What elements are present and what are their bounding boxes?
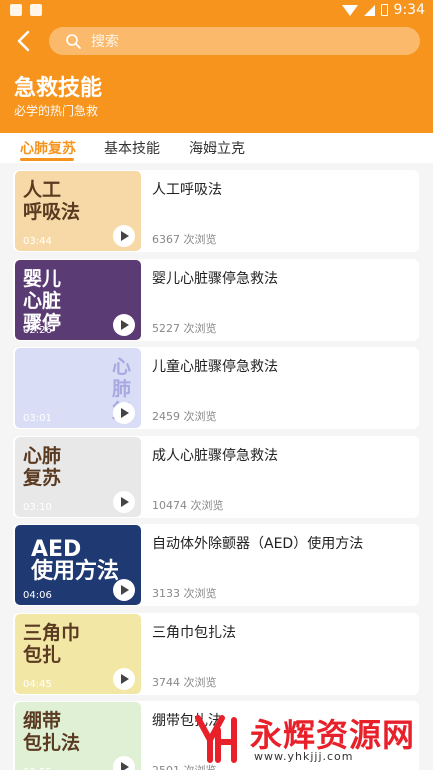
status-time: 9:34 [393, 2, 425, 18]
video-views: 10474 次浏览 [152, 498, 224, 512]
video-thumbnail[interactable]: 婴儿 心脏 骤停 02:26 [15, 259, 141, 340]
video-duration: 02:26 [23, 324, 52, 336]
video-thumbnail[interactable]: AED 使用方法 04:06 [15, 525, 141, 605]
video-duration: 04:06 [23, 590, 52, 601]
video-duration: 03:01 [23, 413, 52, 424]
play-icon[interactable] [113, 579, 135, 601]
video-views: 3133 次浏览 [152, 587, 217, 600]
video-views: 5227 次浏览 [152, 321, 217, 335]
video-card[interactable]: 婴儿 心脏 骤停 02:26 婴儿心脏骤停急救法 5227 次浏览 [13, 258, 419, 341]
page-title: 急救技能 [14, 76, 103, 101]
status-bar: 9:34 [0, 0, 433, 24]
video-title: 人工呼吸法 [152, 182, 222, 198]
watermark: 永辉资源网 www.yhkjjj.com [184, 706, 432, 770]
signal-icon [363, 4, 375, 16]
video-title: 儿童心脏骤停急救法 [152, 359, 278, 375]
video-thumbnail[interactable]: 三角巾 包扎 04:45 [15, 613, 141, 694]
video-card[interactable]: 心 肺 复03:01 儿童心脏骤停急救法 2459 次浏览 [13, 347, 419, 429]
video-thumbnail[interactable]: 心 肺 复03:01 [15, 348, 141, 428]
play-icon[interactable] [113, 402, 135, 424]
video-title: 婴儿心脏骤停急救法 [152, 270, 278, 287]
video-thumbnail[interactable]: 心肺 复苏 03:10 [15, 436, 141, 517]
tab-cpr[interactable]: 心肺复苏 [20, 138, 76, 158]
search-icon [66, 34, 81, 49]
video-duration: 04:45 [23, 678, 52, 690]
back-button[interactable] [12, 29, 36, 53]
page-subtitle: 必学的热门急救 [14, 104, 99, 118]
category-tabs: 心肺复苏 基本技能 海姆立克 [0, 133, 433, 163]
wifi-icon [341, 4, 358, 16]
notification-icon [10, 4, 22, 16]
play-icon[interactable] [113, 490, 135, 513]
thumbnail-caption: AED 使用方法 [31, 537, 120, 584]
video-card[interactable]: AED 使用方法 04:06 自动体外除颤器（AED）使用方法 3133 次浏览 [13, 524, 419, 606]
thumbnail-caption: 绷带 包扎法 [23, 710, 81, 754]
watermark-url: www.yhkjjj.com [254, 750, 354, 763]
video-views: 3744 次浏览 [152, 675, 217, 689]
tab-basic-skills[interactable]: 基本技能 [104, 138, 160, 158]
thumbnail-caption: 人工 呼吸法 [23, 179, 81, 223]
video-card[interactable]: 心肺 复苏 03:10 成人心脏骤停急救法 10474 次浏览 [13, 435, 419, 518]
video-title: 成人心脏骤停急救法 [152, 447, 278, 464]
thumbnail-caption: 三角巾 包扎 [23, 621, 81, 666]
play-icon[interactable] [113, 225, 135, 247]
video-card[interactable]: 三角巾 包扎 04:45 三角巾包扎法 3744 次浏览 [13, 612, 419, 695]
video-views: 2459 次浏览 [152, 410, 217, 423]
watermark-logo-icon [195, 715, 237, 763]
app-header: 9:34 搜索 急救技能 必学的热门急救 [0, 0, 433, 133]
tab-indicator [20, 158, 74, 161]
thumbnail-caption: 心肺 复苏 [23, 444, 62, 489]
play-icon[interactable] [113, 667, 135, 690]
video-title: 自动体外除颤器（AED）使用方法 [152, 536, 364, 552]
search-placeholder: 搜索 [91, 34, 119, 50]
notification-icon [30, 4, 42, 16]
video-duration: 03:44 [23, 236, 52, 247]
play-icon[interactable] [113, 313, 135, 336]
video-title: 三角巾包扎法 [152, 624, 236, 641]
tab-heimlich[interactable]: 海姆立克 [189, 138, 245, 158]
video-thumbnail[interactable]: 绷带 包扎法03:55 [15, 702, 141, 770]
search-input[interactable]: 搜索 [49, 27, 420, 55]
chevron-left-icon [17, 30, 30, 52]
video-card[interactable]: 人工 呼吸法 03:44 人工呼吸法 6367 次浏览 [13, 170, 419, 252]
video-duration: 03:10 [23, 501, 52, 513]
video-thumbnail[interactable]: 人工 呼吸法 03:44 [15, 171, 141, 251]
video-views: 6367 次浏览 [152, 233, 217, 246]
play-icon[interactable] [113, 756, 135, 770]
battery-icon [380, 4, 388, 16]
